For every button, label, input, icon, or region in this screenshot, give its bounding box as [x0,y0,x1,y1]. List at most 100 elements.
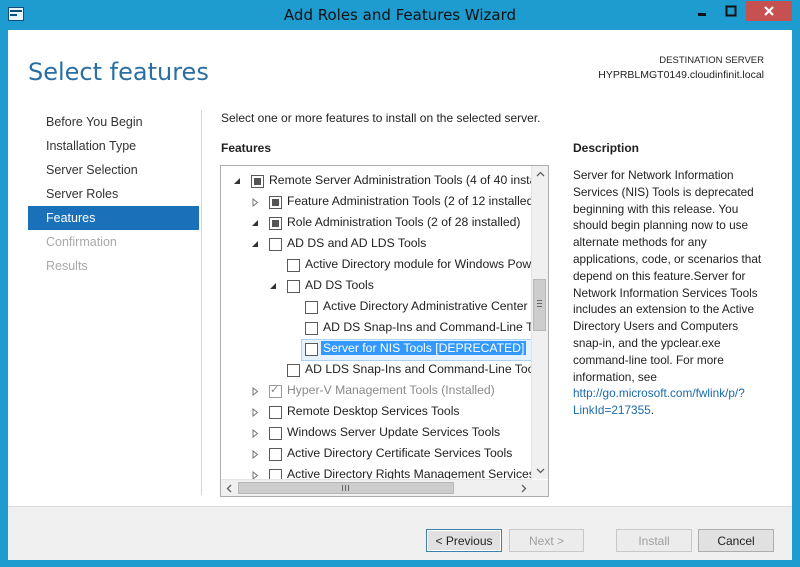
grip-icon [342,485,349,491]
scrollbar-corner [532,480,548,496]
nav-item-before-you-begin[interactable]: Before You Begin [28,110,199,134]
feature-label: Remote Desktop Services Tools [287,404,460,418]
scroll-right-button[interactable] [516,480,532,496]
nav-divider [201,110,202,495]
maximize-icon [725,5,736,17]
features-tree[interactable]: Remote Server Administration Tools (4 of… [220,165,549,497]
feature-label: AD DS Tools [305,278,374,292]
tree-row[interactable]: Active Directory Administrative Center [221,297,537,318]
expanded-arrow-icon[interactable] [231,174,243,188]
destination-server-label: DESTINATION SERVER [659,55,764,66]
collapsed-arrow-icon[interactable] [249,447,261,461]
feature-checkbox[interactable] [251,175,264,188]
wizard-window: Add Roles and Features Wizard Select fea… [0,0,800,567]
feature-checkbox [269,383,282,398]
tree-row[interactable]: AD DS Snap-Ins and Command-Line Tools [221,318,537,339]
collapsed-arrow-icon[interactable] [249,426,261,440]
feature-label: Active Directory Certificate Services To… [287,446,513,460]
tree-row[interactable]: Role Administration Tools (2 of 28 insta… [221,213,537,234]
features-tree-rows: Remote Server Administration Tools (4 of… [221,166,537,482]
chevron-left-icon [226,484,232,492]
feature-label: AD DS Snap-Ins and Command-Line Tools [323,320,537,334]
wizard-nav: Before You Begin Installation Type Serve… [28,110,199,278]
nav-item-installation-type[interactable]: Installation Type [28,134,199,158]
page-title: Select features [28,58,209,86]
collapsed-arrow-icon[interactable] [249,384,261,398]
nav-item-server-roles[interactable]: Server Roles [28,182,199,206]
vertical-scrollbar[interactable] [531,166,548,479]
feature-checkbox[interactable] [287,259,300,272]
nav-item-features[interactable]: Features [28,206,199,230]
next-button: Next > [509,529,584,552]
description-body: Server for Network Information Services … [573,168,762,384]
maximize-button[interactable] [717,1,744,21]
minimize-icon [697,13,706,16]
feature-label: Windows Server Update Services Tools [287,425,501,439]
title-bar[interactable]: Add Roles and Features Wizard [0,0,800,30]
expanded-arrow-icon[interactable] [267,279,279,293]
feature-label: AD LDS Snap-Ins and Command-Line Tools [305,362,537,376]
tree-row[interactable]: Hyper-V Management Tools (Installed) [221,381,537,402]
destination-server-name: HYPRBLMGT0149.cloudinfinit.local [598,69,764,81]
feature-checkbox[interactable] [305,301,318,314]
nav-item-confirmation: Confirmation [46,235,117,249]
tree-row[interactable]: AD DS Tools [221,276,537,297]
tree-row[interactable]: Active Directory module for Windows Powe… [221,255,537,276]
feature-checkbox[interactable] [287,280,300,293]
feature-checkbox[interactable] [269,217,282,230]
feature-label: Active Directory Administrative Center [323,299,528,313]
chevron-up-icon [536,171,544,177]
scroll-up-button[interactable] [532,166,548,182]
tree-row[interactable]: Server for NIS Tools [DEPRECATED] [221,339,537,361]
close-icon [764,6,774,16]
tree-row[interactable]: Windows Server Update Services Tools [221,423,537,444]
install-button: Install [616,529,692,552]
collapsed-arrow-icon[interactable] [249,405,261,419]
description-text: Server for Network Information Services … [573,167,768,419]
feature-checkbox[interactable] [287,364,300,377]
tree-row[interactable]: Feature Administration Tools (2 of 12 in… [221,192,537,213]
nav-item-server-selection[interactable]: Server Selection [28,158,199,182]
minimize-button[interactable] [688,1,715,21]
feature-label: Remote Server Administration Tools (4 of… [269,173,537,187]
feature-checkbox[interactable] [269,406,282,419]
feature-label: AD DS and AD LDS Tools [287,236,427,250]
scroll-down-button[interactable] [532,463,548,479]
feature-checkbox[interactable] [305,343,318,356]
tree-row[interactable]: AD LDS Snap-Ins and Command-Line Tools [221,360,537,381]
feature-checkbox[interactable] [305,322,318,335]
collapsed-arrow-icon[interactable] [249,195,261,209]
tree-row[interactable]: Remote Server Administration Tools (4 of… [221,171,537,192]
feature-label: Role Administration Tools (2 of 28 insta… [287,215,521,229]
description-end: . [650,403,655,418]
feature-label: Hyper-V Management Tools (Installed) [287,383,495,397]
feature-checkbox[interactable] [269,448,282,461]
feature-label: Server for NIS Tools [DEPRECATED] [321,341,527,355]
window-title: Add Roles and Features Wizard [283,6,517,24]
wizard-footer: < Previous Next > Install Cancel [8,506,792,560]
expanded-arrow-icon[interactable] [249,216,261,230]
tree-row[interactable]: Remote Desktop Services Tools [221,402,537,423]
chevron-right-icon [521,484,527,492]
more-info-link[interactable]: http://go.microsoft.com/fwlink/p/?LinkId… [573,386,745,417]
horizontal-scrollbar[interactable] [221,479,532,496]
feature-label: Active Directory module for Windows Powe… [305,257,537,271]
close-button[interactable] [746,1,792,21]
features-heading: Features [221,141,272,155]
previous-button[interactable]: < Previous [426,529,502,552]
vertical-scroll-thumb[interactable] [533,279,546,331]
description-heading: Description [573,141,640,155]
expanded-arrow-icon[interactable] [249,237,261,251]
horizontal-scroll-thumb[interactable] [238,482,454,494]
tree-row[interactable]: Active Directory Certificate Services To… [221,444,537,465]
scroll-left-button[interactable] [221,480,237,496]
feature-checkbox[interactable] [269,238,282,251]
chevron-down-icon [536,468,544,474]
grip-icon [537,300,542,307]
feature-label: Feature Administration Tools (2 of 12 in… [287,194,537,208]
feature-checkbox[interactable] [269,196,282,209]
feature-checkbox[interactable] [269,427,282,440]
tree-row[interactable]: AD DS and AD LDS Tools [221,234,537,255]
wizard-client-area: Select features DESTINATION SERVER HYPRB… [8,30,792,560]
cancel-button[interactable]: Cancel [698,529,774,552]
